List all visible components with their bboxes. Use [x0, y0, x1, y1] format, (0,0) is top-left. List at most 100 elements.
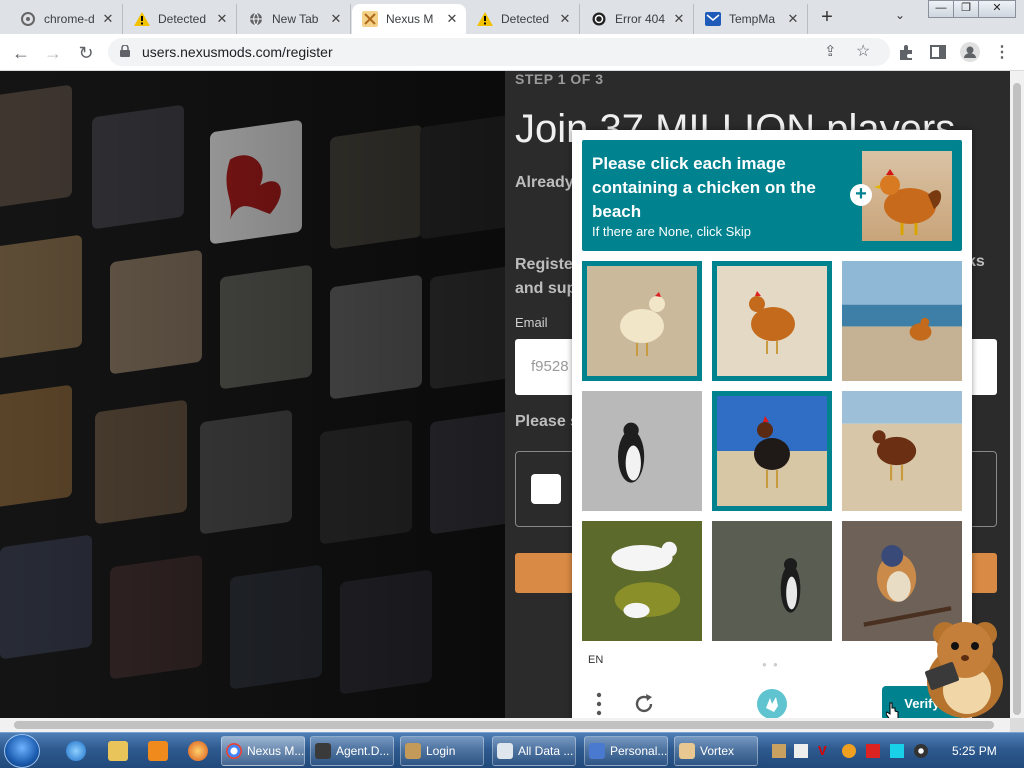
- plus-icon: +: [850, 184, 872, 206]
- back-button[interactable]: ←: [8, 40, 34, 66]
- close-icon[interactable]: ✕: [100, 11, 116, 27]
- vertical-scrollbar[interactable]: [1010, 71, 1024, 718]
- tab-nexus-mods[interactable]: Nexus M ✕: [352, 4, 466, 34]
- prompt-subtext: If there are None, click Skip: [592, 224, 751, 239]
- horizontal-scroll-thumb[interactable]: [14, 721, 994, 729]
- taskbar-item-all-data[interactable]: All Data ...: [492, 736, 576, 766]
- chart-icon: [589, 743, 605, 759]
- close-icon[interactable]: ✕: [671, 11, 687, 27]
- minimize-button[interactable]: —: [928, 0, 954, 18]
- taskbar-item-label: Vortex: [700, 744, 735, 758]
- taskbar-item-agent[interactable]: Agent.D...: [310, 736, 394, 766]
- taskbar-item-vortex[interactable]: Vortex: [674, 736, 758, 766]
- captcha-prompt: Please click each image containing a chi…: [582, 140, 962, 251]
- tab-label: Nexus M: [386, 12, 434, 26]
- taskbar-item-nexus[interactable]: Nexus M...: [221, 736, 305, 766]
- profile-avatar-icon[interactable]: [960, 42, 980, 62]
- tab-detected-2[interactable]: Detected ✕: [467, 4, 580, 34]
- reload-button[interactable]: ↻: [73, 40, 99, 66]
- taskbar-item-login[interactable]: Login: [400, 736, 484, 766]
- prompt-text: Please click each image containing a chi…: [592, 154, 816, 221]
- taskbar-item-personal[interactable]: Personal...: [584, 736, 668, 766]
- forward-button[interactable]: →: [40, 40, 66, 66]
- maximize-button[interactable]: ❐: [953, 0, 979, 18]
- globe-icon: [248, 11, 264, 27]
- share-icon[interactable]: ⇪: [824, 42, 837, 60]
- tab-tempmail[interactable]: TempMa ✕: [695, 4, 808, 34]
- step-indicator: STEP 1 OF 3: [515, 71, 604, 87]
- warning-icon: [134, 11, 150, 27]
- firefox-icon[interactable]: [188, 741, 208, 761]
- email-label: Email: [515, 315, 548, 330]
- captcha-tile-5[interactable]: [712, 391, 832, 511]
- solve-captcha-text: Please s: [515, 413, 580, 430]
- taskbar-item-label: All Data ...: [518, 744, 574, 758]
- captcha-tile-1[interactable]: [582, 261, 702, 381]
- taskbar-item-label: Nexus M...: [247, 744, 305, 758]
- side-panel-icon[interactable]: [930, 44, 946, 60]
- menu-dots-icon[interactable]: [596, 692, 602, 716]
- nexus-icon: [362, 11, 378, 27]
- captcha-checkbox[interactable]: [531, 474, 561, 504]
- captcha-tile-7[interactable]: [582, 521, 702, 641]
- language-selector[interactable]: EN: [588, 654, 603, 666]
- close-icon[interactable]: ✕: [557, 11, 573, 27]
- new-tab-button[interactable]: +: [815, 6, 839, 30]
- close-icon[interactable]: ✕: [214, 11, 230, 27]
- captcha-tile-8[interactable]: [712, 521, 832, 641]
- folder-icon[interactable]: [108, 741, 128, 761]
- shield-icon: [591, 11, 607, 27]
- tab-label: chrome-d: [44, 12, 95, 26]
- horizontal-scrollbar[interactable]: [0, 718, 1010, 732]
- tab-strip: chrome-d ✕ Detected ✕ New Tab ✕ Nexus M …: [0, 0, 1024, 34]
- vortex-icon: [679, 743, 695, 759]
- chrome-menu-icon[interactable]: ⋮: [994, 42, 1010, 62]
- chrome-icon: [226, 743, 242, 759]
- tab-label: Detected: [501, 12, 550, 26]
- close-icon[interactable]: ✕: [328, 11, 344, 27]
- tray-flag-icon[interactable]: [866, 744, 880, 758]
- tray-monitor-icon[interactable]: [890, 744, 904, 758]
- warning-icon: [477, 11, 493, 27]
- media-player-icon[interactable]: [148, 741, 168, 761]
- lock-icon: [120, 45, 130, 57]
- taskbar-item-label: Login: [426, 744, 456, 758]
- tab-error-404[interactable]: Error 404 ✕: [581, 4, 694, 34]
- page-dots: ● ●: [762, 660, 780, 669]
- tray-app-icon[interactable]: [794, 744, 808, 758]
- url-text: users.nexusmods.com/register: [142, 44, 333, 60]
- taskbar-item-label: Agent.D...: [336, 744, 390, 758]
- register-text: Register: [515, 256, 580, 273]
- vertical-scroll-thumb[interactable]: [1013, 83, 1021, 715]
- tray-search-icon[interactable]: [842, 744, 856, 758]
- gear-icon: [20, 11, 36, 27]
- clock[interactable]: 5:25 PM: [952, 744, 997, 758]
- tab-search-chevron-icon[interactable]: ⌄: [895, 8, 905, 22]
- captcha-tile-3[interactable]: [842, 261, 962, 381]
- tab-chrome[interactable]: chrome-d ✕: [10, 4, 123, 34]
- close-window-button[interactable]: ✕: [978, 0, 1016, 18]
- close-icon[interactable]: ✕: [444, 11, 460, 27]
- start-button[interactable]: [4, 734, 40, 768]
- window-icon: [497, 743, 513, 759]
- tab-new-tab[interactable]: New Tab ✕: [238, 4, 351, 34]
- mosaic-shade: [0, 71, 505, 718]
- address-bar[interactable]: users.nexusmods.com/register ⇪ ☆: [108, 38, 890, 66]
- tray-volume-icon[interactable]: [914, 744, 928, 758]
- tray-app-icon[interactable]: [772, 744, 786, 758]
- register-text-2: and sup: [515, 280, 577, 297]
- captcha-challenge: Please click each image containing a chi…: [572, 130, 972, 721]
- tray-v-icon[interactable]: V: [818, 744, 832, 758]
- taskbar: Nexus M... Agent.D... Login All Data ...…: [0, 732, 1024, 768]
- bookmark-star-icon[interactable]: ☆: [856, 41, 870, 61]
- captcha-tile-4[interactable]: [582, 391, 702, 511]
- background-mosaic: [0, 71, 505, 718]
- refresh-icon[interactable]: [632, 692, 656, 716]
- terminal-icon: [315, 743, 331, 759]
- captcha-tile-6[interactable]: [842, 391, 962, 511]
- internet-explorer-icon[interactable]: [66, 741, 86, 761]
- close-icon[interactable]: ✕: [785, 11, 801, 27]
- tab-detected-1[interactable]: Detected ✕: [124, 4, 237, 34]
- captcha-tile-2[interactable]: [712, 261, 832, 381]
- extensions-icon[interactable]: [897, 44, 915, 62]
